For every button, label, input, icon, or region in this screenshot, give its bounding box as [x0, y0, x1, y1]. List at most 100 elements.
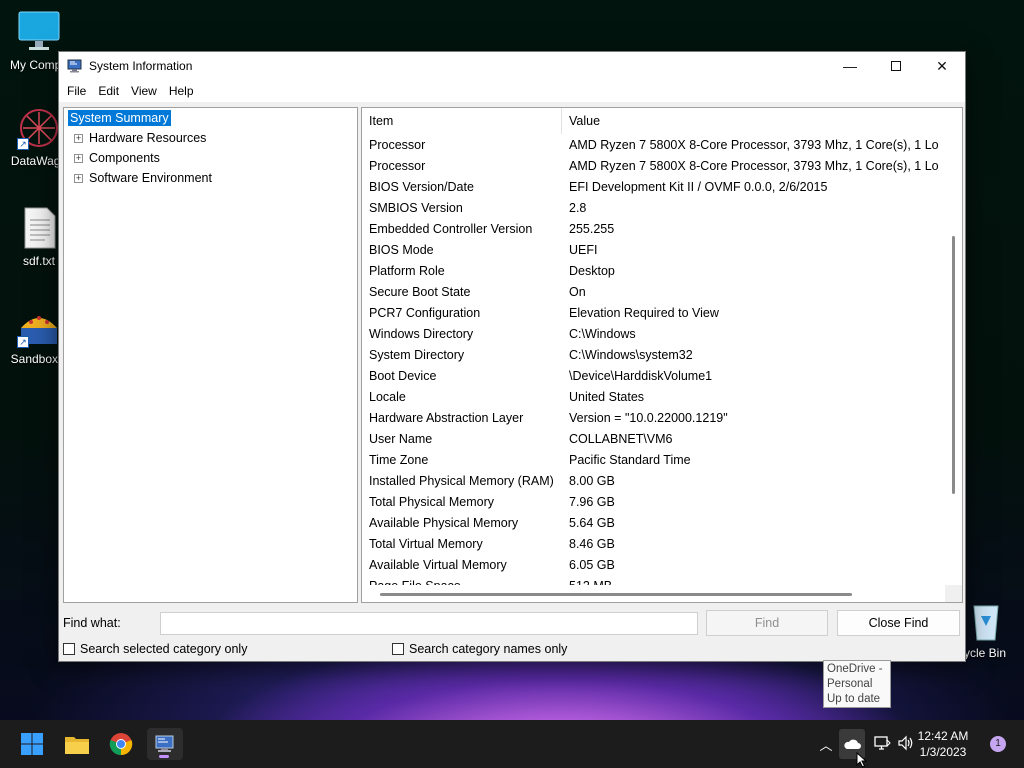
list-row[interactable]: User Name COLLABNET\VM6: [362, 428, 946, 449]
list-row[interactable]: Embedded Controller Version 255.255: [362, 218, 946, 239]
show-hidden-icons-icon[interactable]: ︿: [817, 735, 835, 754]
tree-item-label: Hardware Resources: [89, 131, 207, 145]
expand-icon[interactable]: +: [74, 133, 83, 143]
clock[interactable]: 12:42 AM 1/3/2023: [908, 728, 978, 760]
checkbox-box[interactable]: [63, 643, 75, 655]
file-explorer-button[interactable]: [61, 728, 93, 760]
list-row[interactable]: Total Physical Memory 7.96 GB: [362, 491, 946, 512]
row-value: 8.00 GB: [569, 473, 615, 488]
row-item: Hardware Abstraction Layer: [369, 410, 524, 425]
network-icon[interactable]: [873, 735, 897, 754]
datawagon-icon: ↗: [17, 106, 61, 150]
search-selected-checkbox[interactable]: Search selected category only: [63, 642, 392, 656]
list-row[interactable]: Platform Role Desktop: [362, 260, 946, 281]
row-item: User Name: [369, 431, 433, 446]
tree-item-label: Components: [89, 151, 160, 165]
chrome-button[interactable]: [105, 728, 137, 760]
category-tree[interactable]: System Summary + Hardware Resources + Co…: [63, 107, 358, 603]
expand-icon[interactable]: +: [74, 173, 83, 183]
list-row[interactable]: Processor AMD Ryzen 7 5800X 8-Core Proces…: [362, 155, 946, 176]
list-row[interactable]: SMBIOS Version 2.8: [362, 197, 946, 218]
menu-help[interactable]: Help: [163, 84, 200, 98]
row-value: On: [569, 284, 586, 299]
list-row[interactable]: BIOS Version/Date EFI Development Kit II …: [362, 176, 946, 197]
column-header-item[interactable]: Item: [362, 108, 562, 134]
menu-bar: File Edit View Help: [59, 80, 965, 102]
maximize-icon: [891, 61, 901, 71]
title-bar[interactable]: System Information — ✕: [59, 52, 965, 80]
list-row[interactable]: PCR7 Configuration Elevation Required to …: [362, 302, 946, 323]
row-item: Boot Device: [369, 368, 437, 383]
checkbox-label: Search selected category only: [80, 642, 248, 656]
maximize-button[interactable]: [873, 52, 919, 80]
tree-item-hardware-resources[interactable]: + Hardware Resources: [64, 128, 357, 148]
row-value: Desktop: [569, 263, 615, 278]
list-row[interactable]: Total Virtual Memory 8.46 GB: [362, 533, 946, 554]
start-button[interactable]: [16, 728, 48, 760]
system-information-window: System Information — ✕ File Edit View He…: [58, 51, 966, 662]
row-value: United States: [569, 389, 645, 404]
onedrive-tooltip: OneDrive - Personal Up to date: [823, 660, 891, 708]
list-row[interactable]: BIOS Mode UEFI: [362, 239, 946, 260]
list-row[interactable]: Boot Device \Device\HarddiskVolume1: [362, 365, 946, 386]
row-item: Locale: [369, 389, 406, 404]
row-value: \Device\HarddiskVolume1: [569, 368, 713, 383]
vertical-scroll-thumb[interactable]: [952, 236, 955, 494]
list-row[interactable]: System Directory C:\Windows\system32: [362, 344, 946, 365]
sandboxie-icon: ↗: [17, 304, 61, 348]
list-row[interactable]: Hardware Abstraction Layer Version = "10.…: [362, 407, 946, 428]
horizontal-scrollbar[interactable]: [362, 585, 946, 602]
find-button[interactable]: Find: [706, 610, 828, 636]
menu-view[interactable]: View: [125, 84, 163, 98]
tree-item-system-summary[interactable]: System Summary: [64, 108, 357, 128]
row-item: BIOS Mode: [369, 242, 434, 257]
row-value: 2.8: [569, 200, 587, 215]
taskbar: ︿ 12:42 AM 1/3/2023 1: [0, 720, 1024, 768]
menu-edit[interactable]: Edit: [92, 84, 125, 98]
row-value: UEFI: [569, 242, 598, 257]
list-row[interactable]: Secure Boot State On: [362, 281, 946, 302]
list-row[interactable]: Available Virtual Memory 6.05 GB: [362, 554, 946, 575]
list-row[interactable]: Time Zone Pacific Standard Time: [362, 449, 946, 470]
menu-file[interactable]: File: [61, 84, 92, 98]
close-icon: ✕: [936, 57, 948, 74]
checkbox-box[interactable]: [392, 643, 404, 655]
notification-badge[interactable]: 1: [990, 736, 1006, 752]
find-what-label: Find what:: [63, 616, 121, 630]
row-value: C:\Windows\system32: [569, 347, 693, 362]
vertical-scrollbar[interactable]: [945, 108, 962, 586]
column-header-value[interactable]: Value: [562, 108, 600, 134]
clock-date: 1/3/2023: [919, 745, 967, 759]
tooltip-line: Up to date: [827, 693, 881, 705]
row-item: BIOS Version/Date: [369, 179, 474, 194]
list-row[interactable]: Locale United States: [362, 386, 946, 407]
row-value: 255.255: [569, 221, 615, 236]
system-information-icon: [67, 59, 83, 73]
active-app-indicator: [159, 755, 169, 758]
tree-item-components[interactable]: + Components: [64, 148, 357, 168]
find-what-input[interactable]: [160, 611, 698, 635]
list-row[interactable]: Processor AMD Ryzen 7 5800X 8-Core Proces…: [362, 134, 946, 155]
system-information-taskbar-button[interactable]: [147, 728, 183, 760]
close-find-button[interactable]: Close Find: [837, 610, 960, 636]
search-names-checkbox[interactable]: Search category names only: [392, 642, 567, 656]
close-button[interactable]: ✕: [919, 52, 965, 80]
list-row[interactable]: Windows Directory C:\Windows: [362, 323, 946, 344]
window-title: System Information: [89, 59, 193, 73]
system-tray: ︿: [817, 720, 919, 768]
chrome-icon: [109, 733, 133, 756]
row-value: EFI Development Kit II / OVMF 0.0.0, 2/6…: [569, 179, 828, 194]
row-item: Processor: [369, 137, 426, 152]
row-item: Time Zone: [369, 452, 429, 467]
shortcut-arrow-icon: ↗: [17, 138, 29, 150]
tooltip-line: OneDrive -: [827, 663, 883, 675]
expand-icon[interactable]: +: [74, 153, 83, 163]
list-row[interactable]: Available Physical Memory 5.64 GB: [362, 512, 946, 533]
list-rows: Processor AMD Ryzen 7 5800X 8-Core Proces…: [362, 134, 946, 587]
tree-item-software-environment[interactable]: + Software Environment: [64, 168, 357, 188]
list-row[interactable]: Installed Physical Memory (RAM) 8.00 GB: [362, 470, 946, 491]
horizontal-scroll-thumb[interactable]: [380, 593, 852, 596]
clock-time: 12:42 AM: [917, 729, 969, 743]
minimize-button[interactable]: —: [827, 52, 873, 80]
file-explorer-icon: [65, 737, 89, 754]
